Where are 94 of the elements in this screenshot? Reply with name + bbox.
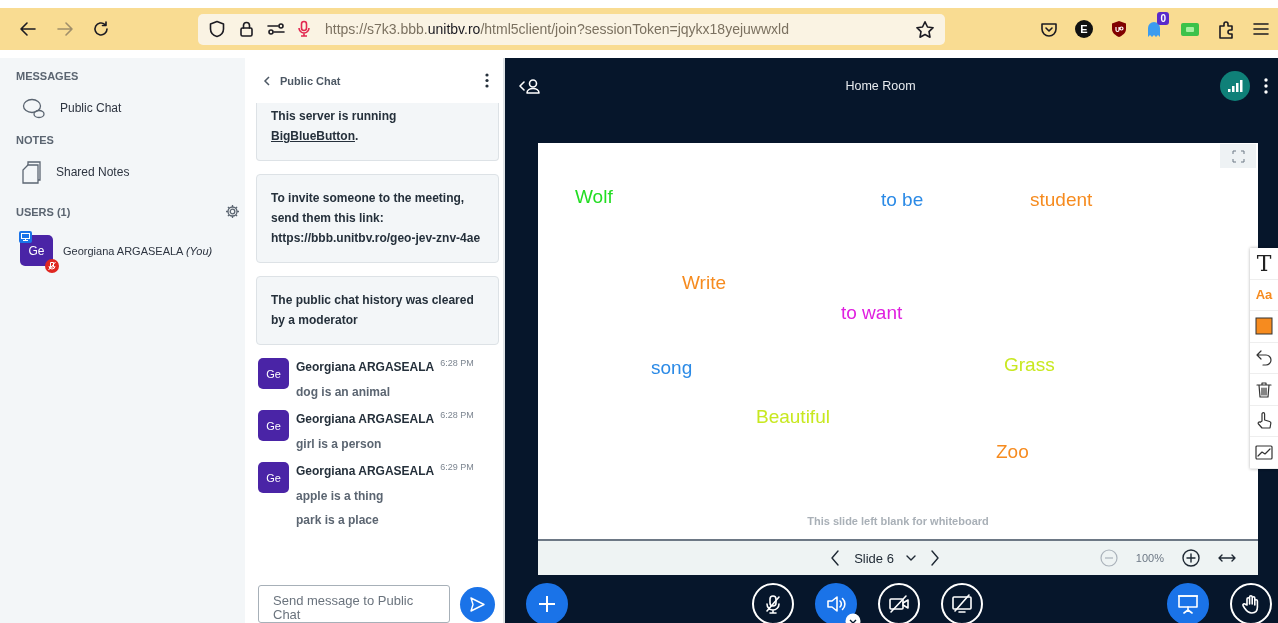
caret-icon xyxy=(905,554,916,562)
more-icon[interactable] xyxy=(1264,77,1268,94)
back-icon[interactable] xyxy=(263,75,271,86)
plus-icon xyxy=(538,594,556,613)
user-avatar: Ge xyxy=(258,462,289,493)
undo-button[interactable] xyxy=(1250,342,1278,374)
address-bar[interactable]: https://s7k3.bbb.unitbv.ro/html5client/join?sessionToken=jqykx18yejuwwxld xyxy=(198,13,945,45)
reload-icon[interactable] xyxy=(92,20,110,38)
next-icon[interactable] xyxy=(929,550,939,566)
message-text: apple is a thing xyxy=(296,488,385,505)
system-message: The public chat history was cleared by a moderator xyxy=(256,276,499,345)
address-text[interactable]: https://s7k3.bbb.unitbv.ro/html5client/join?sessionToken=jqykx18yejuwwxld xyxy=(325,21,903,37)
sidebar-item[interactable]: Shared Notes xyxy=(56,165,130,179)
sliders-icon[interactable] xyxy=(267,20,285,38)
previous-icon[interactable] xyxy=(831,550,841,566)
microphone-icon[interactable] xyxy=(297,20,311,38)
multi-user-tool[interactable] xyxy=(1250,437,1278,469)
count-badge: 0 xyxy=(1157,12,1169,25)
link[interactable]: BigBlueButton xyxy=(271,129,355,143)
system-message: This server is running BigBlueButton. xyxy=(256,103,499,161)
signal-icon xyxy=(1227,79,1243,92)
color-tool[interactable] xyxy=(1250,311,1278,343)
lock-icon[interactable] xyxy=(238,20,255,38)
meeting-title: Home Room xyxy=(844,78,917,93)
user-avatar: Ge xyxy=(258,410,289,441)
section-heading: NOTES xyxy=(15,134,55,146)
whiteboard-text[interactable]: song xyxy=(651,357,693,379)
presentation-button[interactable] xyxy=(1167,582,1209,623)
slide-caption: This slide left blank for whiteboard xyxy=(806,515,990,527)
screen-share-off-icon xyxy=(952,593,972,614)
clear-button[interactable] xyxy=(1250,374,1278,406)
shield-icon[interactable] xyxy=(208,20,226,38)
whiteboard-text[interactable]: Write xyxy=(682,272,726,294)
screen-share-button[interactable] xyxy=(941,582,983,623)
user-avatar: Ge xyxy=(258,358,289,389)
presentation-icon xyxy=(1178,593,1198,614)
camera-off-icon xyxy=(889,593,909,614)
message-author: Georgiana ARGASEALA xyxy=(296,360,435,374)
message-input[interactable]: Send message to Public Chat xyxy=(258,585,450,623)
swatch-icon xyxy=(1255,317,1273,336)
sidebar-item[interactable]: Public Chat xyxy=(60,101,122,115)
menu-icon[interactable] xyxy=(1252,20,1270,38)
back-icon[interactable] xyxy=(18,20,38,38)
send-button[interactable] xyxy=(460,586,495,622)
zoom-level: 100% xyxy=(1135,552,1164,564)
send-icon xyxy=(469,595,486,613)
raise-hand-button[interactable] xyxy=(1230,582,1272,623)
message-time: 6:28 PM xyxy=(440,410,474,420)
font-size-tool[interactable]: Aa xyxy=(1250,279,1278,311)
camera-button[interactable] xyxy=(878,582,920,623)
message-time: 6:29 PM xyxy=(440,462,474,472)
speaker-icon xyxy=(826,593,846,614)
more-icon[interactable] xyxy=(485,73,489,88)
microphone-button[interactable] xyxy=(752,582,794,623)
fit-width-icon[interactable] xyxy=(1218,553,1236,563)
fullscreen-icon xyxy=(1231,149,1245,163)
whiteboard-text[interactable]: student xyxy=(1030,189,1093,211)
forward-icon xyxy=(55,20,75,38)
undo-icon xyxy=(1255,349,1273,367)
star-icon[interactable] xyxy=(915,19,935,39)
puzzle-icon[interactable] xyxy=(1217,19,1235,39)
users-toggle-icon[interactable] xyxy=(519,77,541,94)
connection-status-button[interactable] xyxy=(1220,70,1250,101)
panel-title: Public Chat xyxy=(280,74,342,87)
shield-icon[interactable] xyxy=(1110,20,1128,38)
hand-pointer-icon xyxy=(1255,412,1273,430)
message-text: girl is a person xyxy=(296,436,383,453)
text-tool[interactable]: T xyxy=(1250,248,1278,280)
ghost-icon[interactable] xyxy=(1145,20,1163,38)
message-author: Georgiana ARGASEALA xyxy=(296,412,435,426)
pocket-icon[interactable] xyxy=(1040,20,1058,38)
message-text: park is a place xyxy=(296,512,380,529)
document-icon[interactable] xyxy=(22,160,42,184)
message-time: 6:28 PM xyxy=(440,358,474,368)
zoom-in-icon[interactable] xyxy=(1182,549,1200,567)
actions-button[interactable] xyxy=(526,582,568,623)
system-message: To invite someone to the meeting, send them this link: https://bbb.unitbv.ro/geo-jev-znv-4ae xyxy=(256,174,499,263)
hand-icon xyxy=(1241,593,1261,614)
whiteboard-text[interactable]: Zoo xyxy=(996,441,1029,463)
chat-icon[interactable] xyxy=(22,97,46,119)
muted-mic-icon xyxy=(763,593,783,614)
settings-icon[interactable] xyxy=(225,204,240,219)
section-heading: USERS (1) xyxy=(16,205,71,218)
trash-icon xyxy=(1256,380,1272,398)
message-text: dog is an animal xyxy=(296,384,392,401)
extension-icon[interactable]: E xyxy=(1075,20,1093,38)
user-name[interactable]: Georgiana ARGASEALA (You) xyxy=(63,244,213,257)
section-heading: MESSAGES xyxy=(15,70,80,82)
graph-icon xyxy=(1255,443,1273,461)
pointer-tool[interactable] xyxy=(1250,405,1278,437)
slide-selector[interactable]: Slide 6 xyxy=(854,550,916,566)
whiteboard-text[interactable]: to be xyxy=(881,189,924,211)
whiteboard-text[interactable]: to want xyxy=(841,302,903,324)
message-author: Georgiana ARGASEALA xyxy=(296,464,435,478)
